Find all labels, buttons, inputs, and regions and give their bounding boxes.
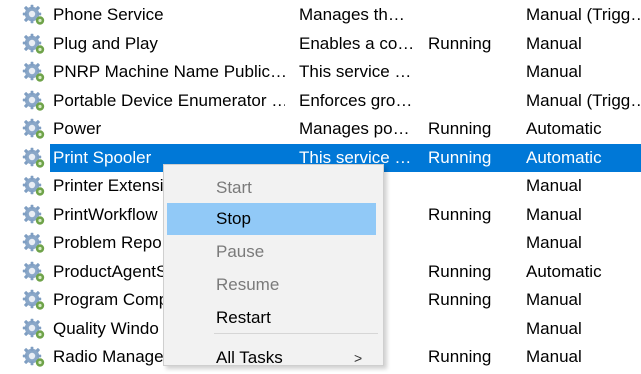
service-startup-type: Manual <box>526 33 582 53</box>
service-startup-type: Automatic <box>526 261 602 281</box>
menu-item-stop[interactable]: Stop <box>164 203 383 235</box>
service-name: Phone Service <box>53 5 164 24</box>
menu-item-label: Pause <box>216 242 265 261</box>
service-status: Running <box>428 147 492 167</box>
menu-hover-highlight <box>167 203 376 235</box>
menu-item-label: Stop <box>216 209 251 228</box>
service-gear-icon <box>22 90 46 112</box>
service-description: Manages po… <box>299 119 410 138</box>
service-row[interactable]: Plug and Play Enables a co… Running Manual <box>0 30 641 58</box>
service-gear-icon <box>22 4 46 26</box>
service-name: Power <box>53 119 102 138</box>
menu-item-resume[interactable]: Resume <box>164 269 383 301</box>
service-row[interactable]: Power Manages po… Running Automatic <box>0 115 641 143</box>
service-row[interactable]: Portable Device Enumerator … Enforces gro… <box>0 87 641 115</box>
service-status: Running <box>428 261 492 281</box>
service-description: Enforces gro… <box>299 90 413 110</box>
service-row[interactable]: PNRP Machine Name Public… This service … M… <box>0 58 641 86</box>
service-gear-icon <box>22 33 46 55</box>
service-startup-type: Manual <box>526 290 582 309</box>
service-startup-type: Automatic <box>526 119 602 138</box>
service-startup-type: Manual <box>526 62 582 81</box>
service-gear-icon <box>22 289 46 311</box>
service-name: PNRP Machine Name Public… <box>53 62 285 81</box>
menu-item-start[interactable]: Start <box>164 172 383 204</box>
service-status: Running <box>428 347 492 366</box>
service-status: Running <box>428 33 492 53</box>
menu-item-all-tasks[interactable]: All Tasks > <box>164 342 383 374</box>
service-description: Manages th… <box>299 5 405 24</box>
service-name: Portable Device Enumerator … <box>53 90 285 110</box>
menu-item-pause[interactable]: Pause <box>164 236 383 268</box>
service-gear-icon <box>22 175 46 197</box>
service-startup-type: Manual <box>526 204 582 224</box>
context-menu: Start Stop Pause Resume Restart All Tasks > <box>163 164 384 367</box>
service-startup-type: Manual (Trigg… <box>526 5 641 24</box>
menu-item-label: Restart <box>216 308 271 327</box>
service-startup-type: Manual (Trigg… <box>526 90 641 110</box>
menu-item-label: Resume <box>216 275 280 294</box>
service-name: Plug and Play <box>53 33 158 53</box>
service-startup-type: Automatic <box>526 147 602 167</box>
service-row[interactable]: Phone Service Manages th… Manual (Trigg… <box>0 1 641 29</box>
menu-item-restart[interactable]: Restart <box>164 302 383 334</box>
menu-item-label: All Tasks <box>216 348 283 367</box>
service-gear-icon <box>22 61 46 83</box>
service-gear-icon <box>22 232 46 254</box>
service-description: Enables a co… <box>299 33 415 53</box>
service-status: Running <box>428 119 492 138</box>
submenu-arrow-icon: > <box>354 350 363 366</box>
service-status: Running <box>428 204 492 224</box>
service-gear-icon <box>22 346 46 368</box>
service-startup-type: Manual <box>526 347 582 366</box>
service-startup-type: Manual <box>526 176 582 195</box>
service-startup-type: Manual <box>526 233 582 252</box>
menu-separator <box>214 333 378 334</box>
service-gear-icon <box>22 118 46 140</box>
menu-item-label: Start <box>216 178 252 197</box>
service-gear-icon <box>22 204 46 226</box>
service-description: This service … <box>299 62 412 81</box>
service-gear-icon <box>22 261 46 283</box>
service-gear-icon <box>22 318 46 340</box>
service-startup-type: Manual <box>526 318 582 338</box>
service-status: Running <box>428 290 492 309</box>
service-gear-icon <box>22 147 46 169</box>
